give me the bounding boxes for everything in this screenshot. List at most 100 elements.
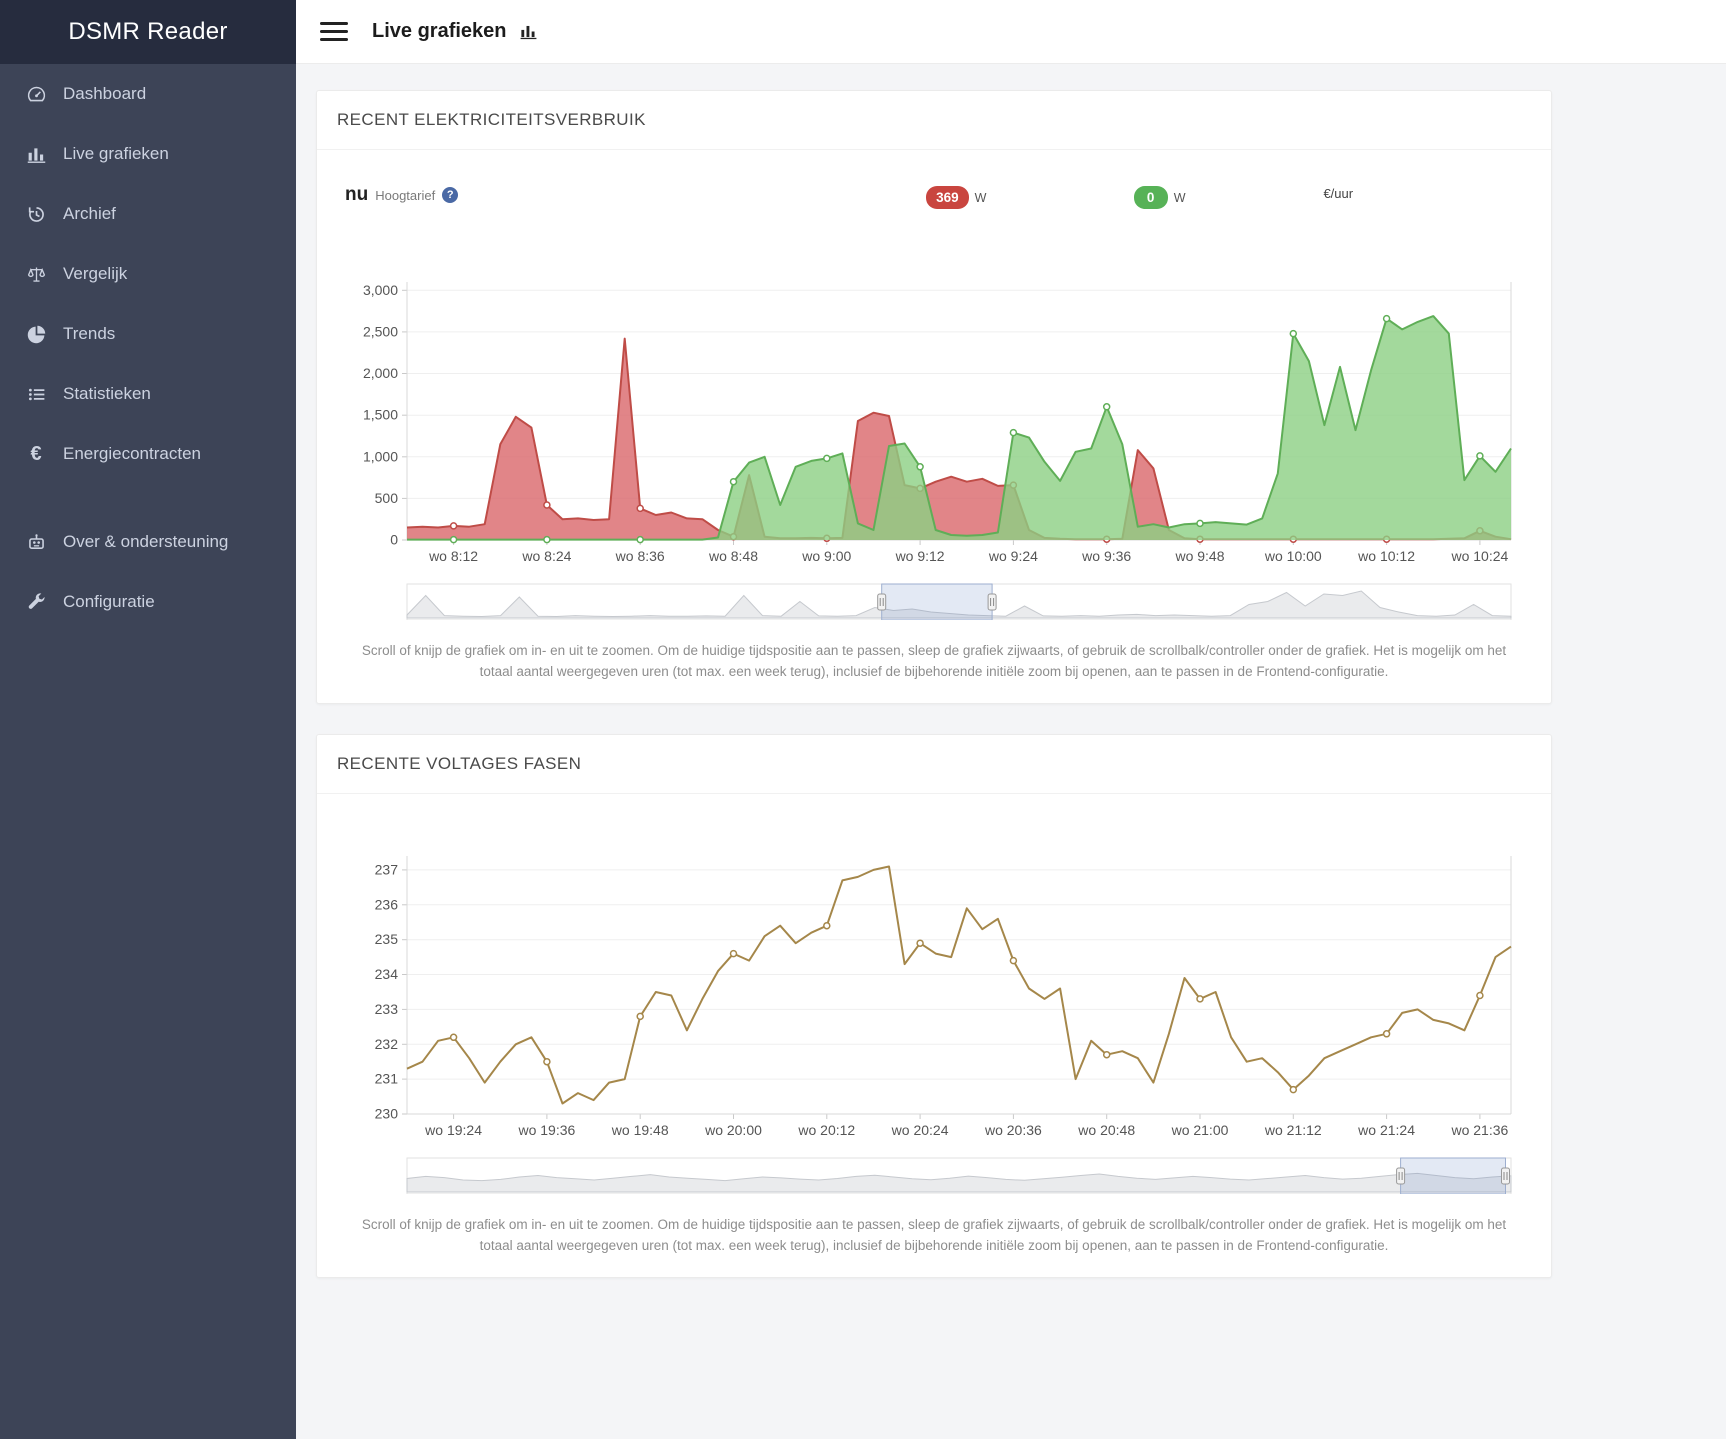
sidebar: DSMR Reader DashboardLive grafiekenArchi…	[0, 0, 296, 1439]
chart-navigator[interactable]	[407, 584, 1511, 620]
series-marker	[451, 537, 457, 543]
svg-text:wo 20:48: wo 20:48	[1077, 1122, 1135, 1138]
series-marker	[1197, 520, 1203, 526]
electricity-card-title: RECENT ELEKTRICITEITSVERBRUIK	[317, 91, 1551, 150]
series-marker	[1384, 1031, 1390, 1037]
svg-text:2,500: 2,500	[363, 323, 398, 339]
gauge-icon	[24, 82, 48, 106]
svg-text:1,500: 1,500	[363, 407, 398, 423]
svg-text:wo 9:12: wo 9:12	[895, 548, 945, 564]
help-icon[interactable]: ?	[442, 187, 458, 203]
sidebar-item-label: Vergelijk	[63, 264, 127, 284]
series-marker	[451, 523, 457, 529]
voltages-card: RECENTE VOLTAGES FASEN 230 231 232 233 234 23…	[316, 734, 1552, 1278]
electricity-help-text: Scroll of knijp de grafiek om in- en uit…	[337, 641, 1531, 683]
page-title-text: Live grafieken	[372, 20, 507, 43]
svg-text:233: 233	[375, 1001, 399, 1017]
svg-text:234: 234	[375, 966, 399, 982]
svg-text:wo 20:24: wo 20:24	[891, 1122, 949, 1138]
series-marker	[1384, 316, 1390, 322]
series-marker	[1477, 453, 1483, 459]
svg-text:wo 8:12: wo 8:12	[428, 548, 478, 564]
svg-text:wo 19:36: wo 19:36	[517, 1122, 575, 1138]
navigator-handle-right[interactable]	[988, 594, 996, 610]
wrench-icon	[24, 590, 48, 614]
series-marker	[917, 464, 923, 470]
series-marker	[544, 1059, 550, 1065]
series-marker	[544, 502, 550, 508]
svg-text:wo 20:00: wo 20:00	[704, 1122, 762, 1138]
sidebar-item-label: Archief	[63, 204, 116, 224]
navigator-handle-right[interactable]	[1502, 1168, 1510, 1184]
sidebar-item-energiecontracten[interactable]: €Energiecontracten	[0, 424, 296, 484]
cost-label: €/uur	[1323, 186, 1353, 201]
list-icon	[24, 382, 48, 406]
sidebar-item-dashboard[interactable]: Dashboard	[0, 64, 296, 124]
sidebar-item-configuratie[interactable]: Configuratie	[0, 572, 296, 632]
series-marker	[731, 950, 737, 956]
navigator-handle-left[interactable]	[1397, 1168, 1405, 1184]
tariff-label: Hoogtarief	[375, 188, 435, 203]
svg-text:wo 9:00: wo 9:00	[801, 548, 851, 564]
hamburger-menu-icon[interactable]	[320, 17, 348, 46]
now-label: nu	[345, 184, 368, 206]
svg-text:wo 19:24: wo 19:24	[424, 1122, 482, 1138]
svg-text:230: 230	[375, 1105, 399, 1121]
svg-text:237: 237	[375, 861, 399, 877]
svg-text:wo 20:12: wo 20:12	[797, 1122, 855, 1138]
series-marker	[1010, 957, 1016, 963]
pie-chart-icon	[24, 322, 48, 346]
series-marker	[637, 505, 643, 511]
usage-badge: 369	[926, 186, 969, 209]
svg-text:wo 21:00: wo 21:00	[1171, 1122, 1229, 1138]
svg-text:wo 10:00: wo 10:00	[1264, 548, 1322, 564]
sidebar-item-label: Statistieken	[63, 384, 151, 404]
series-marker	[917, 940, 923, 946]
navigator-selection[interactable]	[1401, 1158, 1506, 1194]
svg-text:wo 21:24: wo 21:24	[1357, 1122, 1415, 1138]
usage-unit: W	[975, 191, 987, 205]
svg-text:232: 232	[375, 1036, 399, 1052]
series-marker	[1010, 430, 1016, 436]
usage-badge-group: 369 W	[926, 186, 986, 209]
svg-text:wo 20:36: wo 20:36	[984, 1122, 1042, 1138]
sidebar-item-vergelijk[interactable]: Vergelijk	[0, 244, 296, 304]
svg-text:wo 8:36: wo 8:36	[615, 548, 665, 564]
sidebar-item-label: Configuratie	[63, 592, 155, 612]
euro-icon: €	[24, 442, 48, 466]
bar-chart-icon	[519, 22, 538, 41]
history-icon	[24, 202, 48, 226]
svg-text:500: 500	[375, 490, 399, 506]
sidebar-item-trends[interactable]: Trends	[0, 304, 296, 364]
robot-icon	[24, 530, 48, 554]
svg-text:231: 231	[375, 1070, 399, 1086]
svg-text:wo 10:12: wo 10:12	[1357, 548, 1415, 564]
sidebar-item-label: Dashboard	[63, 84, 146, 104]
svg-text:wo 21:36: wo 21:36	[1450, 1122, 1508, 1138]
current-readings-row: nu Hoogtarief ? 369 W 0 W €/uur	[345, 184, 1531, 216]
navigator-handle-left[interactable]	[878, 594, 886, 610]
main-content: RECENT ELEKTRICITEITSVERBRUIK nu Hoogtar…	[296, 64, 1726, 1348]
voltage-chart[interactable]: 230231232233234235236237wo 19:24wo 19:36…	[337, 848, 1533, 1194]
series-marker	[824, 923, 830, 929]
sidebar-item-live-grafieken[interactable]: Live grafieken	[0, 124, 296, 184]
electricity-chart[interactable]: 05001,0001,5002,0002,5003,000wo 8:12wo 8…	[337, 274, 1533, 620]
sidebar-item-statistieken[interactable]: Statistieken	[0, 364, 296, 424]
page-title: Live grafieken	[372, 20, 538, 43]
voltages-card-title: RECENTE VOLTAGES FASEN	[317, 735, 1551, 794]
voltages-help-text: Scroll of knijp de grafiek om in- en uit…	[337, 1215, 1531, 1257]
svg-text:3,000: 3,000	[363, 282, 398, 298]
sidebar-item-over-ondersteuning[interactable]: Over & ondersteuning	[0, 512, 296, 572]
sidebar-item-label: Trends	[63, 324, 115, 344]
sidebar-item-archief[interactable]: Archief	[0, 184, 296, 244]
svg-text:wo 21:12: wo 21:12	[1264, 1122, 1322, 1138]
chart-navigator[interactable]	[407, 1158, 1511, 1194]
return-unit: W	[1174, 191, 1186, 205]
navigator-selection[interactable]	[882, 584, 992, 620]
svg-text:wo 9:48: wo 9:48	[1174, 548, 1224, 564]
svg-text:1,000: 1,000	[363, 448, 398, 464]
sidebar-nav: Dashboard Live grafieken Archief Vergelijk T…	[0, 64, 296, 632]
svg-text:wo 9:36: wo 9:36	[1081, 548, 1131, 564]
scale-icon	[24, 262, 48, 286]
return-badge-group: 0 W	[1134, 186, 1186, 209]
